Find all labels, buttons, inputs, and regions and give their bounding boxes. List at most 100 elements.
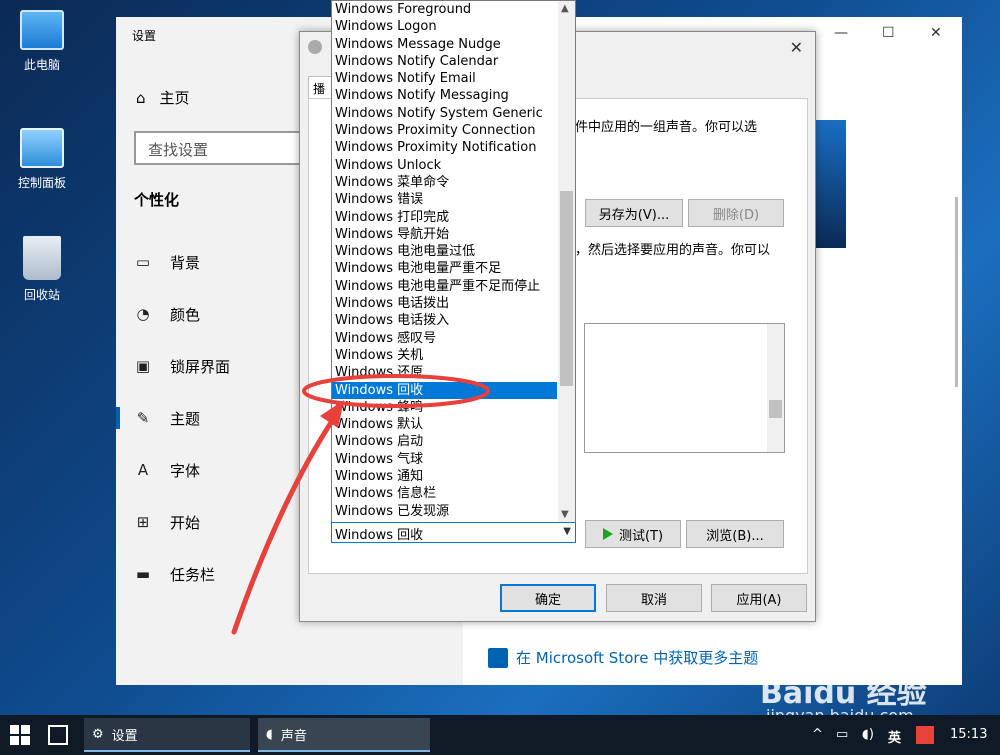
- desktop-icon-control-panel[interactable]: 控制面板: [8, 128, 76, 191]
- desktop-icon-this-pc[interactable]: 此电脑: [8, 10, 76, 73]
- taskbar: ⚙ 设置 ◖ 声音 ^ ▭ ◖) 英 15:13: [0, 715, 1000, 755]
- dropdown-item[interactable]: Windows Unlock: [332, 157, 575, 174]
- nav-item-label: 颜色: [170, 305, 201, 324]
- gear-icon: ⚙: [92, 726, 104, 742]
- dropdown-item[interactable]: Windows 菜单命令: [332, 174, 575, 191]
- ime-s-icon[interactable]: [916, 726, 934, 744]
- scrollbar-thumb[interactable]: [769, 400, 782, 418]
- recycle-bin-icon: [23, 236, 61, 280]
- dropdown-item[interactable]: Windows Message Nudge: [332, 36, 575, 53]
- program-events-list[interactable]: [584, 323, 785, 453]
- chevron-up-icon[interactable]: ^: [812, 727, 823, 742]
- nav-item-label: 字体: [170, 461, 201, 480]
- dropdown-item[interactable]: Windows Proximity Notification: [332, 139, 575, 156]
- nav-home[interactable]: ⌂ 主页: [136, 87, 190, 108]
- nav-item-fonts[interactable]: A 字体: [134, 455, 200, 485]
- taskbar-app-sound[interactable]: ◖ 声音: [258, 718, 430, 752]
- nav-item-themes[interactable]: ✎ 主题: [115, 403, 201, 433]
- taskbar-app-settings[interactable]: ⚙ 设置: [84, 718, 250, 752]
- scroll-down-icon[interactable]: ▼: [561, 509, 569, 520]
- scrollbar-thumb[interactable]: [560, 191, 573, 386]
- nav-item-background[interactable]: ▭ 背景: [134, 247, 200, 277]
- apply-button[interactable]: 应用(A): [711, 584, 807, 612]
- dropdown-item[interactable]: Windows 通知: [332, 468, 575, 485]
- dropdown-item[interactable]: Windows Notify System Generic: [332, 105, 575, 122]
- dropdown-items: Windows Foreground Windows Logon Windows M…: [332, 1, 575, 520]
- taskbar-app-label: 声音: [280, 728, 307, 744]
- dropdown-item[interactable]: Windows 关机: [332, 347, 575, 364]
- network-icon[interactable]: ▭: [836, 727, 848, 742]
- nav-item-label: 背景: [170, 253, 201, 272]
- nav-item-label: 主题: [170, 409, 201, 428]
- close-icon[interactable]: ✕: [790, 38, 803, 57]
- nav-item-start[interactable]: ⊞ 开始: [134, 507, 200, 537]
- scrollbar[interactable]: [767, 324, 784, 452]
- close-icon[interactable]: ✕: [930, 25, 942, 41]
- test-button-label: 测试(T): [618, 528, 664, 544]
- combo-value: Windows 回收: [335, 528, 424, 543]
- scheme-description: 事件中应用的一组声音。你可以选: [562, 120, 758, 135]
- play-icon: [602, 528, 613, 540]
- dropdown-item[interactable]: Windows 信息栏: [332, 485, 575, 502]
- scrollbar[interactable]: ▲ ▼: [558, 1, 575, 522]
- nav-item-colors[interactable]: ◔ 颜色: [134, 299, 200, 329]
- dropdown-item[interactable]: Windows 启动: [332, 433, 575, 450]
- minimize-icon[interactable]: —: [834, 25, 848, 41]
- dropdown-item[interactable]: Windows 默认: [332, 416, 575, 433]
- dropdown-item[interactable]: Windows 电池电量过低: [332, 243, 575, 260]
- nav-item-label: 锁屏界面: [170, 357, 231, 376]
- windows-start-icon[interactable]: [10, 725, 30, 745]
- test-button[interactable]: 测试(T): [585, 520, 681, 548]
- maximize-icon[interactable]: ☐: [882, 25, 895, 41]
- dropdown-item[interactable]: Windows 回收: [332, 381, 557, 399]
- desktop-icon-recycle-bin[interactable]: 回收站: [8, 236, 76, 303]
- delete-button[interactable]: 删除(D): [688, 199, 784, 227]
- clock[interactable]: 15:13: [950, 727, 987, 742]
- dropdown-item[interactable]: Windows 蜂鸣: [332, 399, 575, 416]
- scroll-up-icon[interactable]: ▲: [561, 3, 569, 14]
- window-title: 设置: [132, 29, 157, 43]
- store-link-label: 在 Microsoft Store 中获取更多主题: [516, 649, 759, 667]
- dropdown-item[interactable]: Windows 电话拨出: [332, 295, 575, 312]
- chevron-down-icon[interactable]: ▼: [563, 526, 571, 537]
- nav-item-taskbar[interactable]: ▬ 任务栏: [134, 559, 215, 589]
- start-icon: ⊞: [136, 513, 150, 531]
- ok-button[interactable]: 确定: [500, 584, 596, 612]
- dropdown-item[interactable]: Windows Notify Calendar: [332, 53, 575, 70]
- taskbar-icon: ▬: [135, 565, 151, 583]
- nav-item-lock-screen[interactable]: ▣ 锁屏界面: [134, 351, 230, 381]
- sound-combo-box[interactable]: Windows 回收 ▼: [331, 522, 576, 543]
- browse-button[interactable]: 浏览(B)...: [686, 520, 784, 548]
- dropdown-item[interactable]: Windows 已发现源: [332, 503, 575, 520]
- ime-indicator[interactable]: 英: [888, 727, 901, 746]
- task-view-icon[interactable]: [48, 725, 68, 745]
- desktop-icon-label: 回收站: [23, 288, 60, 302]
- dropdown-item[interactable]: Windows 气球: [332, 451, 575, 468]
- scrollbar[interactable]: [955, 197, 958, 387]
- theme-icon: ✎: [136, 409, 150, 427]
- volume-icon[interactable]: ◖): [862, 727, 874, 742]
- dropdown-item[interactable]: Windows 错误: [332, 191, 575, 208]
- dropdown-item[interactable]: Windows 感叹号: [332, 330, 575, 347]
- dropdown-item[interactable]: Windows 电池电量严重不足: [332, 260, 575, 277]
- cancel-button[interactable]: 取消: [606, 584, 702, 612]
- font-icon: A: [137, 461, 149, 479]
- sound-dropdown-list[interactable]: Windows Foreground Windows Logon Windows M…: [331, 0, 576, 523]
- image-icon: ▭: [135, 253, 151, 271]
- dropdown-item[interactable]: Windows Logon: [332, 18, 575, 35]
- dropdown-item[interactable]: Windows 打印完成: [332, 209, 575, 226]
- nav-item-label: 任务栏: [170, 565, 216, 584]
- dropdown-item[interactable]: Windows 导航开始: [332, 226, 575, 243]
- store-link[interactable]: 在 Microsoft Store 中获取更多主题: [488, 647, 758, 668]
- home-icon: ⌂: [136, 88, 146, 107]
- dropdown-item[interactable]: Windows 电池电量严重不足而停止: [332, 278, 575, 295]
- dropdown-item[interactable]: Windows Proximity Connection: [332, 122, 575, 139]
- save-as-button[interactable]: 另存为(V)...: [585, 199, 683, 227]
- nav-item-label: 开始: [170, 513, 201, 532]
- dropdown-item[interactable]: Windows 电话拨入: [332, 312, 575, 329]
- dropdown-item[interactable]: Windows 还原: [332, 364, 575, 381]
- dropdown-item[interactable]: Windows Notify Messaging: [332, 87, 575, 104]
- dropdown-item[interactable]: Windows Foreground: [332, 1, 575, 18]
- computer-icon: [20, 10, 64, 50]
- dropdown-item[interactable]: Windows Notify Email: [332, 70, 575, 87]
